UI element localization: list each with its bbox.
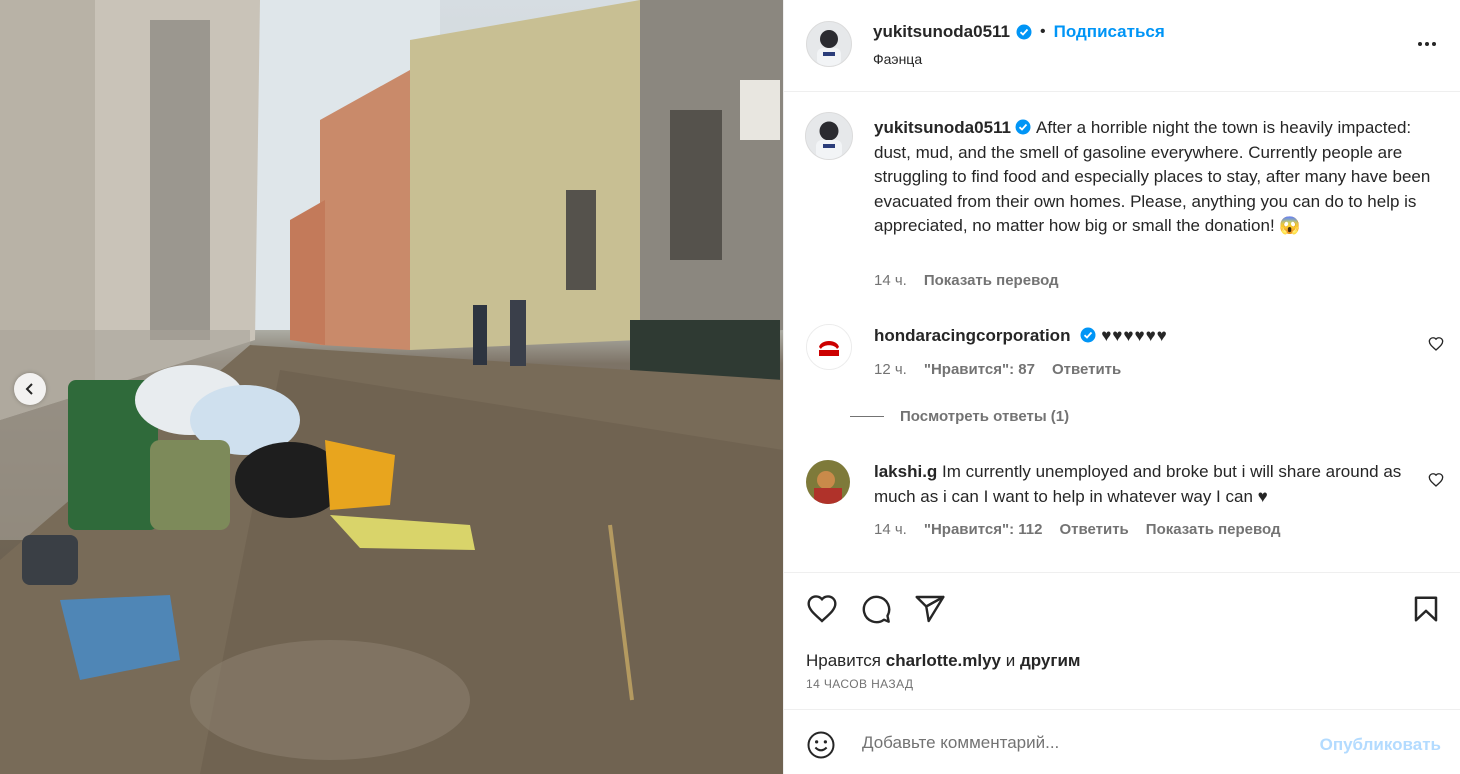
save-button[interactable] xyxy=(1411,593,1441,630)
follow-button[interactable]: Подписаться xyxy=(1054,22,1165,42)
comment-username[interactable]: hondaracingcorporation xyxy=(874,326,1070,345)
commenter-avatar[interactable] xyxy=(806,324,852,370)
comment-input[interactable] xyxy=(860,726,1294,760)
translate-comment-button[interactable]: Показать перевод xyxy=(1146,521,1281,538)
post-photo xyxy=(0,0,783,774)
heart-outline-icon xyxy=(1428,473,1444,487)
caption-username[interactable]: yukitsunoda0511 xyxy=(874,118,1011,137)
translate-caption-button[interactable]: Показать перевод xyxy=(924,272,1059,289)
reply-button[interactable]: Ответить xyxy=(1059,521,1128,538)
publish-button[interactable]: Опубликовать xyxy=(1320,735,1441,755)
likes-user[interactable]: charlotte.mlyy xyxy=(886,651,1001,670)
verified-badge-icon xyxy=(1016,24,1032,40)
comment-body: hondaracingcorporation ♥♥♥♥♥♥ xyxy=(874,326,1168,346)
post-actions: Нравится charlotte.mlyy и другим 14 ЧАСО… xyxy=(784,572,1460,709)
view-replies-label: Посмотреть ответы (1) xyxy=(900,408,1070,425)
caption-meta: 14 ч. Показать перевод xyxy=(874,272,1059,289)
honda-hrc-logo-icon xyxy=(807,325,851,369)
comments-section: yukitsunoda0511 After a horrible night th… xyxy=(784,92,1460,572)
chevron-left-icon xyxy=(25,383,33,395)
heart-outline-icon xyxy=(1428,337,1444,351)
post-location[interactable]: Фаэнца xyxy=(873,51,922,67)
comment-text: ♥♥♥♥♥♥ xyxy=(1101,326,1168,345)
caption-time[interactable]: 14 ч. xyxy=(874,272,907,289)
comment-likes-count[interactable]: "Нравится": 87 xyxy=(924,361,1035,378)
likes-others[interactable]: другим xyxy=(1020,651,1081,670)
more-options-button[interactable] xyxy=(1415,32,1439,61)
like-button[interactable] xyxy=(806,593,838,630)
share-button[interactable] xyxy=(914,593,946,630)
paper-plane-icon xyxy=(915,595,945,623)
likes-and: и xyxy=(1005,651,1016,670)
verified-badge-icon xyxy=(1015,119,1031,135)
commenter-avatar[interactable] xyxy=(806,460,850,504)
comment-username[interactable]: lakshi.g xyxy=(874,462,937,481)
heart-outline-icon xyxy=(807,595,837,623)
replies-line xyxy=(850,416,884,417)
reply-button[interactable]: Ответить xyxy=(1052,361,1121,378)
post-caption: yukitsunoda0511 After a horrible night th… xyxy=(874,116,1434,239)
comment-time[interactable]: 12 ч. xyxy=(874,361,907,378)
verified-badge-icon xyxy=(1080,327,1096,343)
add-comment-bar: Опубликовать xyxy=(784,709,1460,774)
comment-text: Im currently unemployed and broke but i … xyxy=(874,462,1402,506)
avatar-image xyxy=(807,22,851,66)
comment-meta: 14 ч. "Нравится": 112 Ответить Показать … xyxy=(874,521,1281,538)
comment-time[interactable]: 14 ч. xyxy=(874,521,907,538)
comment-like-button[interactable] xyxy=(1428,472,1444,493)
likes-prefix: Нравится xyxy=(806,651,882,670)
view-replies-button[interactable]: Посмотреть ответы (1) xyxy=(850,408,1069,425)
avatar-image xyxy=(806,460,850,504)
comment-button[interactable] xyxy=(860,593,892,630)
post-timestamp[interactable]: 14 ЧАСОВ НАЗАД xyxy=(806,677,913,691)
separator-dot: • xyxy=(1040,23,1046,40)
caption-author-avatar[interactable] xyxy=(805,112,853,160)
post-header: yukitsunoda0511 • Подписаться Фаэнца xyxy=(784,0,1460,92)
more-horizontal-icon xyxy=(1418,42,1436,46)
carousel-prev-button[interactable] xyxy=(14,373,46,405)
comment-like-button[interactable] xyxy=(1428,336,1444,357)
comment-bubble-icon xyxy=(862,595,891,624)
comment-meta: 12 ч. "Нравится": 87 Ответить xyxy=(874,361,1121,378)
likes-summary: Нравится charlotte.mlyy и другим xyxy=(806,651,1081,671)
author-line: yukitsunoda0511 • Подписаться xyxy=(873,22,1165,42)
post-panel: yukitsunoda0511 • Подписаться Фаэнца yuk… xyxy=(783,0,1460,774)
emoji-smile-icon xyxy=(807,731,835,759)
author-avatar[interactable] xyxy=(806,21,852,67)
emoji-button[interactable] xyxy=(806,730,836,765)
avatar-image xyxy=(806,113,852,159)
bookmark-icon xyxy=(1414,596,1438,622)
author-username[interactable]: yukitsunoda0511 xyxy=(873,22,1010,42)
comment-likes-count[interactable]: "Нравится": 112 xyxy=(924,521,1043,538)
comment-body: lakshi.g Im currently unemployed and bro… xyxy=(874,460,1414,509)
flooded-street-image xyxy=(0,0,783,774)
